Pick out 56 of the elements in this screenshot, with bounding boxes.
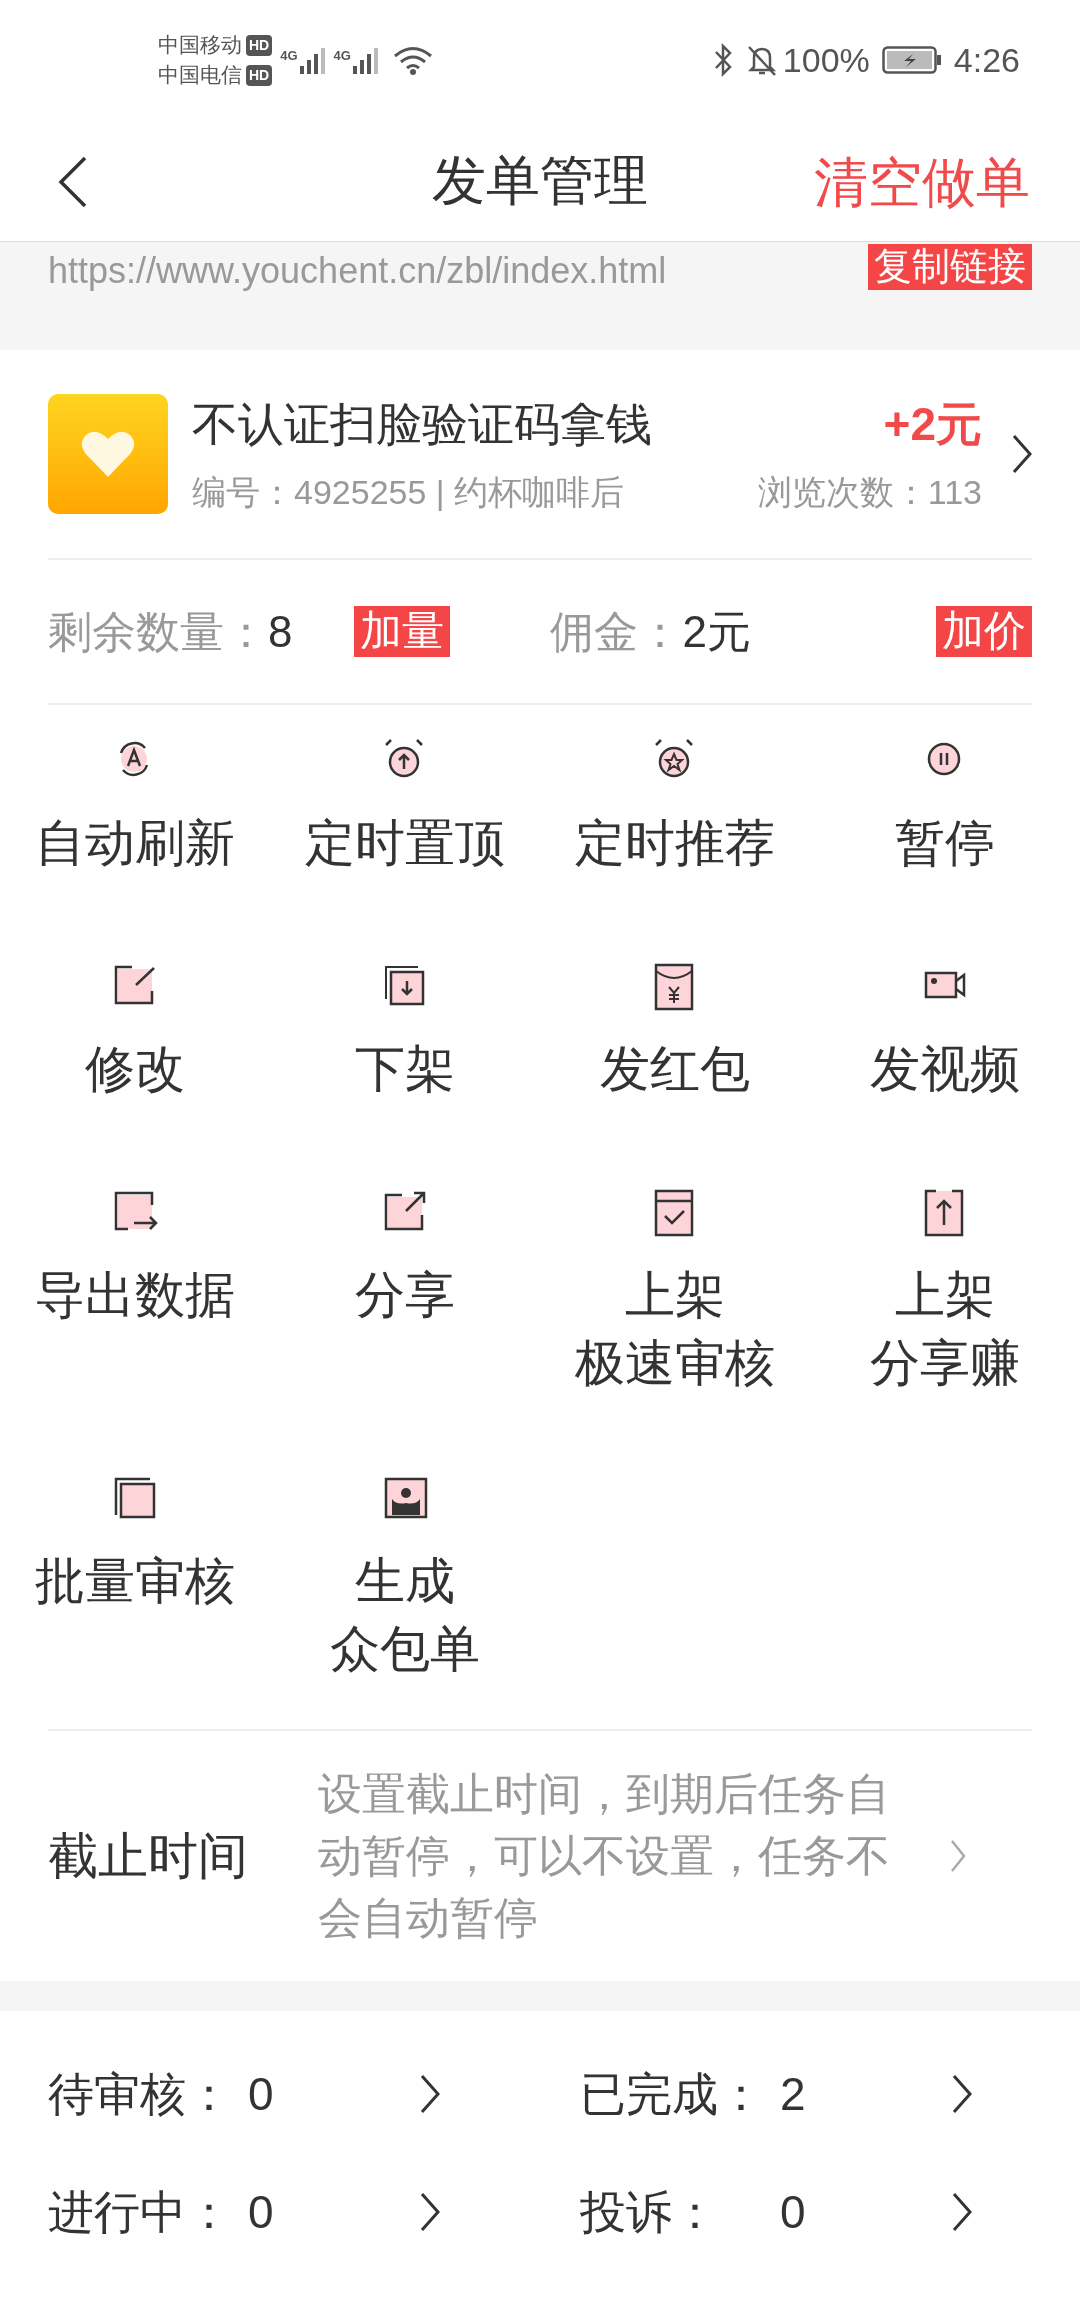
url-text: https://www.youchent.cn/zbl/index.html (48, 249, 667, 293)
copy-link-button[interactable]: 复制链接 (868, 244, 1032, 290)
hd-badge: HD (246, 34, 273, 56)
chevron-right-icon (950, 1839, 966, 1873)
clock: 4:26 (953, 39, 1020, 81)
chevron-right-icon (1012, 434, 1032, 474)
remaining-label: 剩余数量： (48, 605, 268, 658)
chevron-right-icon (952, 2192, 972, 2232)
network-type: 4G (333, 47, 351, 65)
back-button[interactable] (58, 156, 88, 208)
remaining-value: 8 (268, 605, 293, 658)
carrier-name: 中国移动 (158, 32, 242, 58)
chevron-right-icon (420, 2192, 440, 2232)
deadline-hint: 设置截止时间，到期后任务自动暂停，可以不设置，任务不会自动暂停 (318, 1768, 891, 1944)
bluetooth-icon (712, 43, 733, 77)
action-item[interactable]: 导出数据 (0, 1157, 270, 1383)
action-item[interactable]: 分享 (270, 1157, 540, 1383)
chevron-right-icon (952, 2074, 972, 2114)
action-item[interactable]: 生成 众包单 (270, 1443, 540, 1729)
battery-icon (881, 46, 942, 74)
action-item[interactable]: 修改 (0, 931, 270, 1157)
page-title: 发单管理 (432, 149, 648, 212)
action-item[interactable]: 下架 (270, 931, 540, 1157)
action-item[interactable]: 发红包 (540, 931, 810, 1157)
carrier-name: 中国电信 (158, 62, 242, 88)
network-type: 4G (280, 47, 298, 65)
task-meta: 编号：4925255 | 约杯咖啡后 (192, 472, 625, 513)
clear-button[interactable]: 清空做单 (814, 142, 1030, 223)
action-item[interactable]: 上架 分享赚 (810, 1157, 1080, 1443)
commission-value: 2元 (682, 605, 751, 658)
wifi-icon (392, 45, 433, 75)
count-item[interactable]: 投诉： 0 (580, 2177, 1032, 2247)
count-item[interactable]: 进行中： 0 (48, 2177, 500, 2247)
action-item[interactable]: 批量审核 (0, 1443, 270, 1669)
action-item[interactable]: 定时置顶 (270, 705, 540, 931)
count-item[interactable]: 待审核： 0 (48, 2059, 500, 2129)
deadline-label: 截止时间 (48, 1826, 248, 1886)
add-quantity-button[interactable]: 加量 (354, 606, 451, 657)
signal-icon (299, 46, 326, 74)
task-title: 不认证扫脸验证码拿钱 (192, 397, 652, 452)
reward-amount: +2元 (883, 397, 982, 452)
add-price-button[interactable]: 加价 (936, 606, 1032, 657)
action-item[interactable]: 上架 极速审核 (540, 1157, 810, 1443)
count-item[interactable]: 已完成： 2 (580, 2059, 1032, 2129)
action-item[interactable]: 自动刷新 (0, 705, 270, 931)
view-count: 浏览次数：113 (757, 472, 982, 513)
action-item[interactable]: 定时推荐 (540, 705, 810, 931)
hd-badge: HD (246, 64, 273, 86)
back-icon (58, 156, 88, 208)
heart-icon (80, 429, 136, 479)
battery-percent: 100% (782, 39, 870, 81)
chevron-right-icon (420, 2074, 440, 2114)
signal-icon (352, 46, 379, 74)
action-item[interactable]: 发视频 (810, 931, 1080, 1157)
commission-label: 佣金： (550, 605, 683, 658)
action-item[interactable]: 暂停 (810, 705, 1080, 931)
